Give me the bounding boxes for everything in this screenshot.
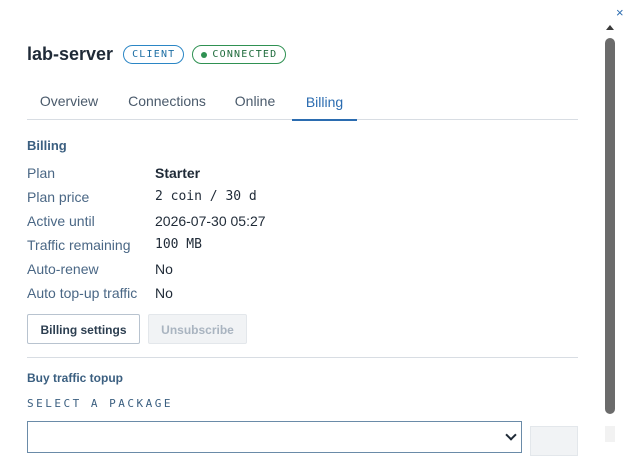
package-select-label: SELECT A PACKAGE: [27, 397, 173, 410]
chevron-down-icon: [505, 429, 517, 441]
scrollbar[interactable]: [605, 22, 615, 442]
plan-value: Starter: [155, 165, 201, 181]
scroll-up-arrow-icon[interactable]: [606, 25, 614, 30]
auto-renew-label: Auto-renew: [27, 261, 99, 277]
buy-topup-button[interactable]: [530, 426, 578, 456]
page-title: lab-server: [27, 44, 114, 64]
status-dot-icon: [201, 51, 208, 58]
plan-price-row: Plan price 2 coin / 30 d: [27, 189, 257, 205]
billing-settings-button[interactable]: Billing settings: [27, 314, 140, 344]
tab-overview[interactable]: Overview: [27, 84, 111, 119]
active-until-value: 2026-07-30 05:27: [155, 213, 266, 229]
traffic-remaining-label: Traffic remaining: [27, 237, 131, 253]
package-select[interactable]: [27, 421, 522, 453]
status-badge: CONNECTED: [192, 45, 287, 64]
auto-topup-value: No: [155, 285, 173, 301]
tab-connections[interactable]: Connections: [117, 84, 217, 119]
client-badge: CLIENT: [123, 45, 185, 64]
tab-online[interactable]: Online: [225, 84, 285, 119]
plan-row: Plan Starter: [27, 165, 200, 181]
tab-bar: Overview Connections Online Billing: [27, 84, 578, 121]
unsubscribe-button[interactable]: Unsubscribe: [148, 314, 247, 344]
billing-section-title: Billing: [27, 138, 67, 153]
plan-label: Plan: [27, 165, 56, 181]
active-until-label: Active until: [27, 213, 95, 229]
close-icon[interactable]: ×: [616, 6, 624, 20]
topup-section-title: Buy traffic topup: [27, 371, 123, 385]
section-divider: [27, 357, 578, 358]
plan-price-label: Plan price: [27, 189, 90, 205]
status-badge-label: CONNECTED: [212, 49, 278, 60]
auto-topup-row: Auto top-up traffic No: [27, 285, 173, 301]
traffic-remaining-value: 100 MB: [155, 237, 202, 252]
header: lab-server CLIENT CONNECTED: [27, 44, 287, 65]
auto-topup-label: Auto top-up traffic: [27, 285, 138, 301]
tab-billing[interactable]: Billing: [292, 85, 357, 121]
auto-renew-row: Auto-renew No: [27, 261, 173, 277]
scrollbar-thumb[interactable]: [605, 38, 615, 414]
auto-renew-value: No: [155, 261, 173, 277]
traffic-remaining-row: Traffic remaining 100 MB: [27, 237, 202, 253]
active-until-row: Active until 2026-07-30 05:27: [27, 213, 266, 229]
plan-price-value: 2 coin / 30 d: [155, 189, 257, 204]
